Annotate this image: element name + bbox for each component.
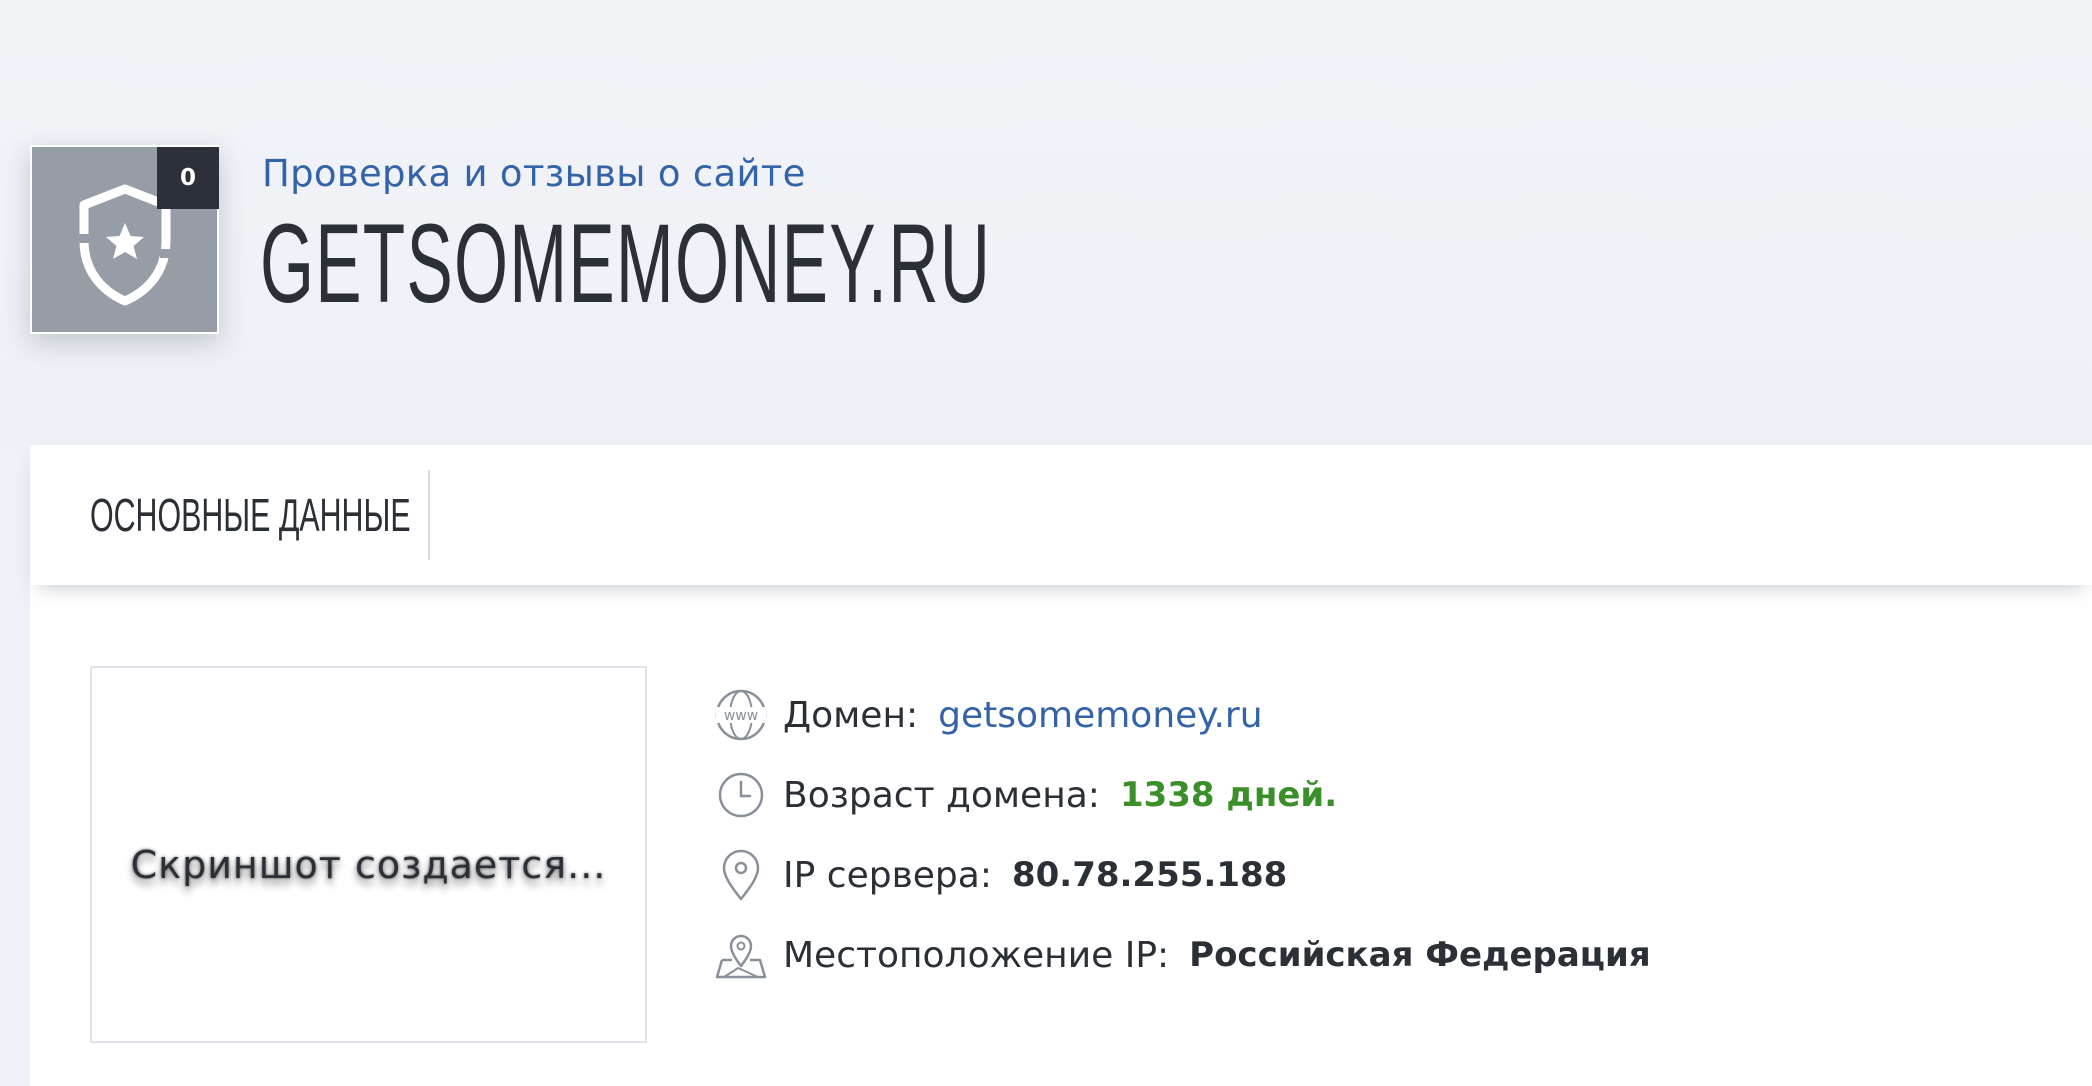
info-row-ip: IP сервера: 80.78.255.188	[713, 835, 1651, 915]
tab-divider	[428, 470, 430, 560]
domain-info-list: www Домен: getsomemoney.ru Возраст домен…	[713, 675, 1651, 995]
tab-basic-data[interactable]: ОСНОВНЫЕ ДАННЫЕ	[90, 445, 576, 585]
info-row-domain: www Домен: getsomemoney.ru	[713, 675, 1651, 755]
info-row-location: Местоположение IP: Российская Федерация	[713, 915, 1651, 995]
svg-text:www: www	[724, 708, 758, 724]
page-subtitle: Проверка и отзывы о сайте	[262, 152, 806, 195]
domain-link[interactable]: getsomemoney.ru	[938, 695, 1262, 736]
site-screenshot: Скриншот создается...	[90, 666, 647, 1043]
clock-icon	[713, 767, 769, 823]
map-pin-icon	[713, 927, 769, 983]
info-row-age: Возраст домена: 1338 дней.	[713, 755, 1651, 835]
ip-location-label: Местоположение IP:	[783, 934, 1170, 976]
server-ip-value: 80.78.255.188	[1011, 855, 1288, 895]
location-pin-icon	[713, 847, 769, 903]
www-icon: www	[713, 687, 769, 743]
domain-label: Домен:	[783, 694, 919, 736]
domain-age-value: 1338 дней.	[1119, 775, 1338, 815]
main-content: Скриншот создается... www Домен: getsome…	[30, 585, 2092, 1086]
domain-age-label: Возраст домена:	[783, 774, 1100, 816]
tab-label: ОСНОВНЫЕ ДАННЫЕ	[90, 489, 411, 541]
page-title: GETSOMEMONEY.RU	[260, 201, 992, 326]
rating-badge: 0	[157, 147, 219, 209]
screenshot-placeholder-text: Скриншот создается...	[130, 842, 607, 887]
ip-location-value: Российская Федерация	[1189, 935, 1651, 975]
server-ip-label: IP сервера:	[783, 854, 992, 896]
tab-bar: ОСНОВНЫЕ ДАННЫЕ	[30, 445, 2092, 585]
